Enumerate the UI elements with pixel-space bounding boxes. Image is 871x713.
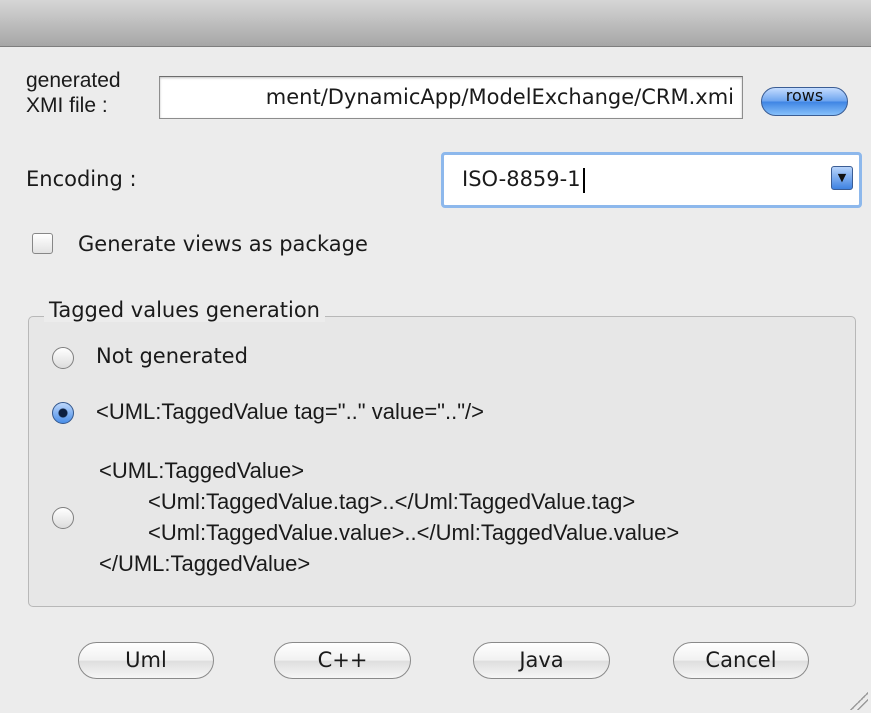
- xmi-file-label: generated XMI file :: [26, 69, 121, 117]
- cancel-button[interactable]: Cancel: [673, 642, 809, 679]
- text-caret: [582, 167, 585, 193]
- encoding-value: ISO-8859-1: [462, 155, 585, 203]
- xmi-file-input[interactable]: ment/DynamicApp/ModelExchange/CRM.xmi: [159, 76, 743, 119]
- cpp-button[interactable]: C++: [274, 642, 411, 679]
- tagged-values-legend: Tagged values generation: [44, 298, 325, 322]
- radio-tagged-value-inline-label[interactable]: <UML:TaggedValue tag=".." value=".."/>: [96, 399, 484, 425]
- radio-not-generated[interactable]: [52, 347, 74, 369]
- views-as-package-checkbox[interactable]: [32, 233, 53, 254]
- radio-tagged-value-nested-label[interactable]: <UML:TaggedValue> <Uml:TaggedValue.tag>.…: [99, 455, 679, 579]
- chevron-down-icon[interactable]: ▼: [831, 166, 853, 190]
- radio-tagged-value-inline[interactable]: [52, 402, 74, 424]
- views-as-package-label[interactable]: Generate views as package: [78, 232, 368, 256]
- java-button[interactable]: Java: [473, 642, 610, 679]
- encoding-label: Encoding :: [26, 167, 137, 191]
- uml-button[interactable]: Uml: [78, 642, 214, 679]
- radio-not-generated-label[interactable]: Not generated: [96, 344, 248, 368]
- resize-grip-icon[interactable]: [848, 690, 868, 710]
- radio-tagged-value-nested[interactable]: [52, 507, 74, 529]
- title-bar[interactable]: [0, 0, 871, 47]
- encoding-select[interactable]: ISO-8859-1 ▼: [441, 152, 862, 208]
- browse-button[interactable]: rows: [761, 87, 848, 116]
